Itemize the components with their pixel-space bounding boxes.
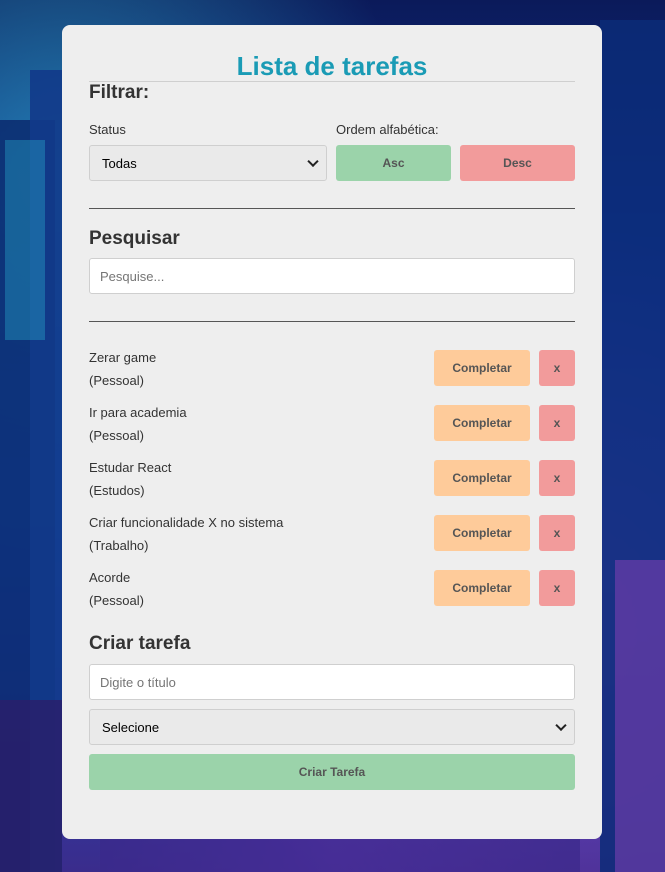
section-divider bbox=[89, 208, 575, 209]
complete-button[interactable]: Completar bbox=[434, 515, 530, 551]
task-category: (Pessoal) bbox=[89, 428, 144, 443]
remove-button[interactable]: x bbox=[539, 515, 575, 551]
create-heading: Criar tarefa bbox=[89, 633, 191, 654]
page-title: Lista de tarefas bbox=[236, 51, 428, 81]
task-item: Ir para academia (Pessoal) Completar x bbox=[89, 405, 575, 451]
status-select[interactable]: Todas bbox=[89, 145, 327, 181]
asc-button[interactable]: Asc bbox=[336, 145, 451, 181]
category-select-value: Selecione bbox=[102, 719, 160, 735]
desc-button[interactable]: Desc bbox=[460, 145, 575, 181]
task-category: (Pessoal) bbox=[89, 593, 144, 608]
task-item: Zerar game (Pessoal) Completar x bbox=[89, 350, 575, 396]
create-task-button[interactable]: Criar Tarefa bbox=[89, 754, 575, 790]
remove-button[interactable]: x bbox=[539, 460, 575, 496]
chevron-down-icon bbox=[555, 719, 567, 732]
task-category: (Trabalho) bbox=[89, 538, 149, 553]
task-item-completed: Criar funcionalidade X no sistema (Traba… bbox=[89, 515, 575, 561]
section-divider bbox=[89, 321, 575, 322]
task-item: Estudar React (Estudos) Completar x bbox=[89, 460, 575, 506]
status-label: Status bbox=[89, 122, 126, 137]
category-select[interactable]: Selecione bbox=[89, 709, 575, 745]
complete-button[interactable]: Completar bbox=[434, 460, 530, 496]
search-input[interactable]: Pesquise... bbox=[89, 258, 575, 294]
task-title-input[interactable]: Digite o título bbox=[89, 664, 575, 700]
task-title: Estudar React bbox=[89, 460, 172, 475]
complete-button[interactable]: Completar bbox=[434, 405, 530, 441]
status-select-value: Todas bbox=[102, 155, 137, 171]
complete-button[interactable]: Completar bbox=[434, 350, 530, 386]
complete-button[interactable]: Completar bbox=[434, 570, 530, 606]
title-divider bbox=[89, 81, 575, 82]
task-title: Acorde bbox=[89, 570, 131, 585]
filter-heading: Filtrar: bbox=[89, 82, 150, 103]
remove-button[interactable]: x bbox=[539, 570, 575, 606]
task-category: (Estudos) bbox=[89, 483, 145, 498]
remove-button[interactable]: x bbox=[539, 350, 575, 386]
task-title: Criar funcionalidade X no sistema bbox=[89, 515, 284, 530]
chevron-down-icon bbox=[307, 155, 319, 168]
task-item: Acorde (Pessoal) Completar x bbox=[89, 570, 575, 616]
order-label: Ordem alfabética: bbox=[336, 122, 439, 137]
task-title: Zerar game bbox=[89, 350, 157, 365]
task-category: (Pessoal) bbox=[89, 373, 144, 388]
remove-button[interactable]: x bbox=[539, 405, 575, 441]
todo-card: Lista de tarefas Filtrar: Status Ordem a… bbox=[62, 25, 602, 839]
search-heading: Pesquisar bbox=[89, 228, 180, 249]
task-title: Ir para academia bbox=[89, 405, 187, 420]
